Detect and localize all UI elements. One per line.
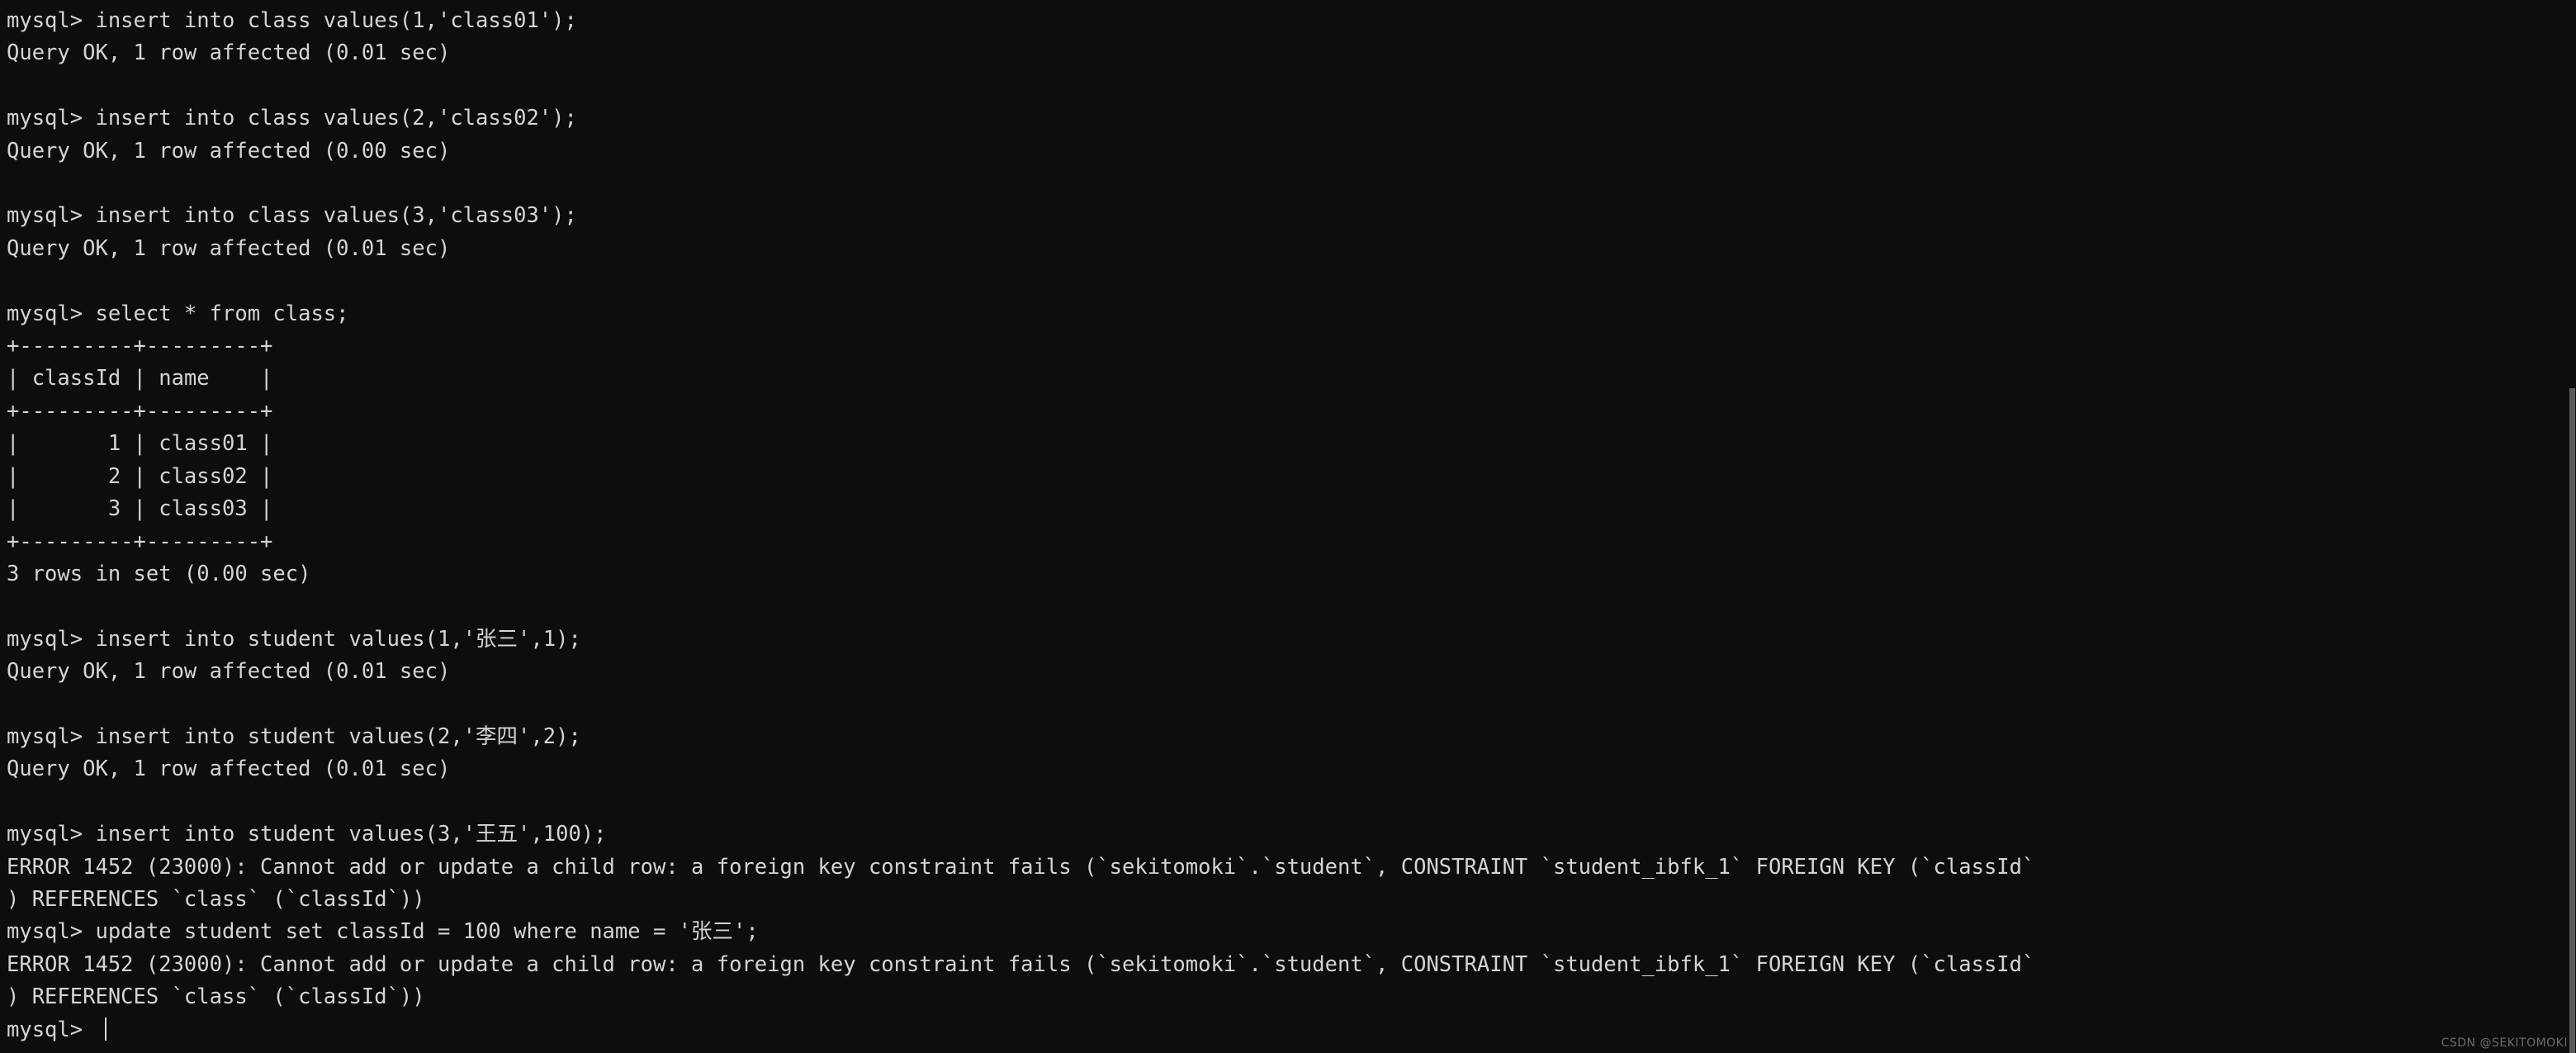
terminal-line: mysql> update student set classId = 100 … [7,919,759,945]
terminal-line: 3 rows in set (0.00 sec) [7,561,311,586]
terminal-output: mysql> insert into class values(1,'class… [0,0,2034,1046]
terminal-line: Query OK, 1 row affected (0.01 sec) [7,757,451,782]
terminal-line: | 1 | class01 | [7,431,273,457]
terminal-line: ERROR 1452 (23000): Cannot add or update… [7,854,2035,880]
watermark-label: CSDN @SEKITOMOKI [2441,1036,2568,1050]
terminal-window[interactable]: mysql> insert into class values(1,'class… [0,0,2576,1053]
terminal-line: Query OK, 1 row affected (0.01 sec) [7,659,451,685]
terminal-line: mysql> insert into student values(2,'李四'… [7,723,581,749]
terminal-line: mysql> insert into class values(3,'class… [7,203,577,229]
terminal-line: +---------+---------+ [7,398,273,424]
terminal-line: mysql> insert into student values(3,'王五'… [7,822,607,847]
terminal-line: +---------+---------+ [7,529,273,554]
terminal-line: | classId | name | [7,366,273,391]
vertical-scrollbar-track[interactable] [2568,0,2576,1053]
terminal-line: Query OK, 1 row affected (0.00 sec) [7,138,451,164]
terminal-line: Query OK, 1 row affected (0.01 sec) [7,235,451,261]
terminal-line: Query OK, 1 row affected (0.01 sec) [7,40,451,66]
terminal-line: +---------+---------+ [7,334,273,359]
terminal-line: mysql> select * from class; [7,301,349,326]
terminal-line: ERROR 1452 (23000): Cannot add or update… [7,951,2035,977]
terminal-line: | 2 | class02 | [7,463,273,489]
vertical-scrollbar-thumb[interactable] [2569,388,2575,1053]
terminal-line: mysql> insert into class values(1,'class… [7,8,577,33]
text-cursor [105,1017,107,1041]
terminal-line: mysql> [7,1014,2034,1046]
terminal-line: mysql> insert into class values(2,'class… [7,106,577,131]
terminal-line: ) REFERENCES `class` (`classId`)) [7,984,425,1010]
terminal-line: ) REFERENCES `class` (`classId`)) [7,886,425,912]
terminal-line: | 3 | class03 | [7,496,273,522]
terminal-line: mysql> insert into student values(1,'张三'… [7,626,581,652]
